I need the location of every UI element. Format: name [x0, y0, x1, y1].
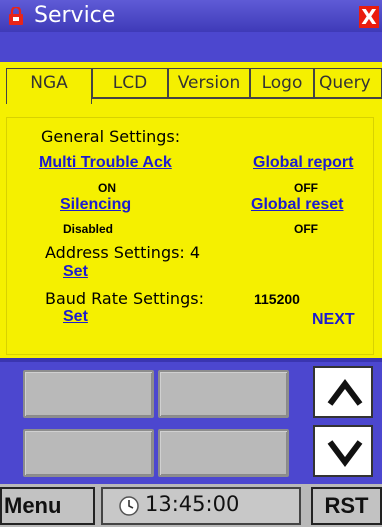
- address-settings-label: Address Settings: 4: [45, 243, 201, 262]
- global-report-value: OFF: [294, 181, 318, 195]
- tab-logo[interactable]: Logo: [250, 68, 314, 98]
- tab-version[interactable]: Version: [168, 68, 250, 98]
- menu-button[interactable]: Menu: [0, 487, 95, 525]
- tab-area: NGA LCD Version Logo Query General Setti…: [0, 62, 382, 358]
- scroll-up-button[interactable]: [313, 366, 373, 418]
- global-report-link[interactable]: Global report: [253, 154, 353, 172]
- blank-button-4[interactable]: [158, 429, 289, 477]
- close-button[interactable]: X: [359, 6, 379, 28]
- chevron-up-icon[interactable]: [327, 378, 363, 408]
- clock-icon: [119, 496, 139, 516]
- next-button[interactable]: NEXT: [312, 311, 355, 329]
- reset-button[interactable]: RST: [311, 487, 382, 525]
- multi-trouble-ack-link[interactable]: Multi Trouble Ack: [39, 154, 172, 172]
- tab-lcd[interactable]: LCD: [92, 68, 168, 98]
- clock-time: 13:45:00: [145, 492, 240, 516]
- blank-button-1[interactable]: [23, 370, 154, 418]
- global-reset-value: OFF: [294, 222, 318, 236]
- general-settings-heading: General Settings:: [41, 127, 181, 146]
- tab-nga[interactable]: NGA: [6, 68, 92, 104]
- title-bar: Service X: [0, 0, 382, 32]
- silencing-link[interactable]: Silencing: [60, 196, 131, 214]
- global-reset-link[interactable]: Global reset: [251, 196, 343, 214]
- scroll-down-button[interactable]: [313, 425, 373, 477]
- header-strip: [0, 32, 382, 62]
- tab-divider: [92, 98, 382, 99]
- lock-icon: [9, 7, 23, 25]
- close-icon[interactable]: X: [361, 5, 376, 29]
- address-set-link[interactable]: Set: [63, 263, 88, 281]
- nga-settings-panel: General Settings: Multi Trouble Ack Glob…: [6, 117, 374, 355]
- tab-query[interactable]: Query: [314, 68, 382, 98]
- blank-button-3[interactable]: [23, 429, 154, 477]
- blank-button-2[interactable]: [158, 370, 289, 418]
- taskbar: Menu 13:45:00 RST: [0, 484, 382, 527]
- baud-rate-value: 115200: [254, 291, 300, 307]
- silencing-value: Disabled: [63, 222, 114, 236]
- multi-trouble-ack-value: ON: [98, 181, 116, 195]
- clock: 13:45:00: [101, 487, 301, 525]
- baud-rate-label: Baud Rate Settings:: [45, 289, 204, 308]
- divider: [0, 358, 382, 362]
- chevron-down-icon[interactable]: [327, 437, 363, 467]
- window-title: Service: [34, 3, 116, 28]
- baud-set-link[interactable]: Set: [63, 308, 88, 326]
